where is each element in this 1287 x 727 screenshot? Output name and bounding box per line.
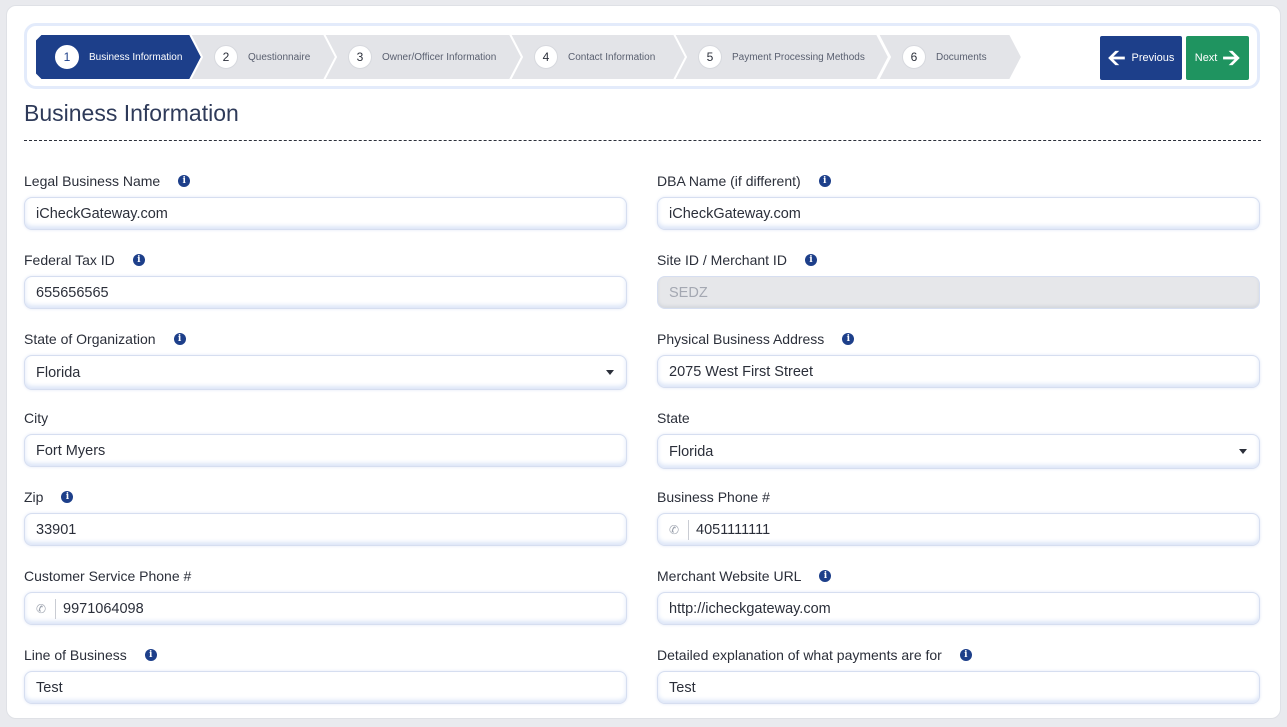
city-input[interactable]: Fort Myers [24, 434, 627, 467]
legal-business-name-field: Legal Business Name i iCheckGateway.com [24, 172, 628, 230]
info-icon[interactable]: i [818, 175, 831, 187]
website-url-label: Merchant Website URL [657, 568, 802, 584]
previous-label: Previous [1131, 52, 1175, 64]
step-number: 6 [902, 45, 926, 69]
zip-label: Zip [24, 489, 44, 505]
state-label: State [657, 410, 690, 426]
zip-field: Zip i 33901 [24, 488, 628, 546]
step-label: Questionnaire [248, 51, 311, 63]
business-phone-value: 4051111111 [696, 521, 771, 538]
cs-phone-input[interactable]: ✆ 9971064098 [24, 592, 627, 625]
title-divider [24, 140, 1261, 141]
city-value: Fort Myers [36, 442, 106, 459]
line-of-business-input[interactable]: Test [24, 671, 627, 704]
payment-explanation-input[interactable]: Test [657, 671, 1260, 704]
state-field: State Florida [657, 409, 1261, 469]
physical-address-field: Physical Business Address i 2075 West Fir… [657, 330, 1261, 388]
step-number: 3 [348, 45, 372, 69]
step-label: Contact Information [568, 51, 656, 63]
cs-phone-label: Customer Service Phone # [24, 568, 192, 584]
step-label: Business Information [89, 51, 183, 63]
cs-phone-value: 9971064098 [63, 600, 144, 617]
phone-icon: ✆ [36, 598, 56, 619]
info-icon[interactable]: i [819, 570, 832, 582]
website-url-input[interactable]: http://icheckgateway.com [657, 592, 1260, 625]
business-phone-input[interactable]: ✆ 4051111111 [657, 513, 1260, 546]
zip-input[interactable]: 33901 [24, 513, 627, 546]
physical-address-label: Physical Business Address [657, 331, 825, 347]
site-id-label: Site ID / Merchant ID [657, 252, 787, 268]
dba-name-label: DBA Name (if different) [657, 173, 801, 189]
federal-tax-id-value: 655656565 [36, 284, 109, 301]
cs-phone-field: Customer Service Phone # ✆ 9971064098 [24, 567, 628, 625]
state-of-org-select[interactable]: Florida [24, 355, 627, 390]
physical-address-value: 2075 West First Street [669, 363, 813, 380]
federal-tax-id-field: Federal Tax ID i 655656565 [24, 251, 628, 309]
chevron-down-icon [606, 370, 614, 375]
federal-tax-id-input[interactable]: 655656565 [24, 276, 627, 309]
next-button[interactable]: Next 🡪 [1186, 36, 1249, 80]
wizard-step-3[interactable]: 3 Owner/Officer Information [348, 34, 496, 80]
state-of-org-value: Florida [36, 364, 81, 381]
chevron-down-icon [1239, 449, 1247, 454]
arrow-right-icon: 🡪 [1222, 45, 1241, 70]
info-icon[interactable]: i [178, 175, 191, 187]
city-field: City Fort Myers [24, 409, 628, 467]
wizard-step-6[interactable]: 6 Documents [902, 34, 987, 80]
line-of-business-label: Line of Business [24, 647, 127, 663]
next-label: Next [1194, 52, 1218, 64]
step-number: 5 [698, 45, 722, 69]
state-value: Florida [669, 443, 714, 460]
previous-button[interactable]: 🡨 Previous [1100, 36, 1182, 80]
zip-value: 33901 [36, 521, 77, 538]
step-number: 2 [214, 45, 238, 69]
info-icon[interactable]: i [132, 254, 145, 266]
website-url-value: http://icheckgateway.com [669, 600, 831, 617]
site-id-field: Site ID / Merchant ID i SEDZ [657, 251, 1261, 309]
physical-address-input[interactable]: 2075 West First Street [657, 355, 1260, 388]
dba-name-field: DBA Name (if different) i iCheckGateway.c… [657, 172, 1261, 230]
arrow-left-icon: 🡨 [1107, 45, 1126, 70]
state-of-org-label: State of Organization [24, 331, 156, 347]
dba-name-input[interactable]: iCheckGateway.com [657, 197, 1260, 230]
wizard-step-5[interactable]: 5 Payment Processing Methods [698, 34, 865, 80]
info-icon[interactable]: i [804, 254, 817, 266]
wizard-bar: 1 Business Information 2 Questionnaire 3 Owne… [24, 23, 1260, 89]
step-label: Documents [936, 51, 987, 63]
wizard-card: 1 Business Information 2 Questionnaire 3 Owne… [6, 5, 1281, 719]
payment-explanation-value: Test [669, 679, 696, 696]
federal-tax-id-label: Federal Tax ID [24, 252, 115, 268]
business-phone-label: Business Phone # [657, 489, 770, 505]
site-id-input: SEDZ [657, 276, 1260, 309]
step-number: 4 [534, 45, 558, 69]
city-label: City [24, 410, 49, 426]
state-of-org-field: State of Organization i Florida [24, 330, 628, 390]
info-icon[interactable]: i [144, 649, 157, 661]
step-number: 1 [55, 45, 79, 69]
payment-explanation-field: Detailed explanation of what payments ar… [657, 646, 1261, 704]
payment-explanation-label: Detailed explanation of what payments ar… [657, 647, 942, 663]
wizard-step-1[interactable]: 1 Business Information [55, 34, 182, 80]
step-label: Owner/Officer Information [382, 51, 497, 63]
dba-name-value: iCheckGateway.com [669, 205, 801, 222]
site-id-value: SEDZ [669, 284, 708, 301]
info-icon[interactable]: i [959, 649, 972, 661]
wizard-step-4[interactable]: 4 Contact Information [534, 34, 655, 80]
website-url-field: Merchant Website URL i http://icheckgatew… [657, 567, 1261, 625]
phone-icon: ✆ [669, 519, 689, 540]
wizard-step-2[interactable]: 2 Questionnaire [214, 34, 310, 80]
legal-business-name-value: iCheckGateway.com [36, 205, 168, 222]
info-icon[interactable]: i [842, 333, 855, 345]
business-phone-field: Business Phone # ✆ 4051111111 [657, 488, 1261, 546]
line-of-business-value: Test [36, 679, 63, 696]
page-title: Business Information [24, 100, 239, 126]
legal-business-name-input[interactable]: iCheckGateway.com [24, 197, 627, 230]
info-icon[interactable]: i [173, 333, 186, 345]
step-label: Payment Processing Methods [732, 51, 865, 63]
line-of-business-field: Line of Business i Test [24, 646, 628, 704]
legal-business-name-label: Legal Business Name [24, 173, 161, 189]
state-select[interactable]: Florida [657, 434, 1260, 469]
info-icon[interactable]: i [61, 491, 74, 503]
